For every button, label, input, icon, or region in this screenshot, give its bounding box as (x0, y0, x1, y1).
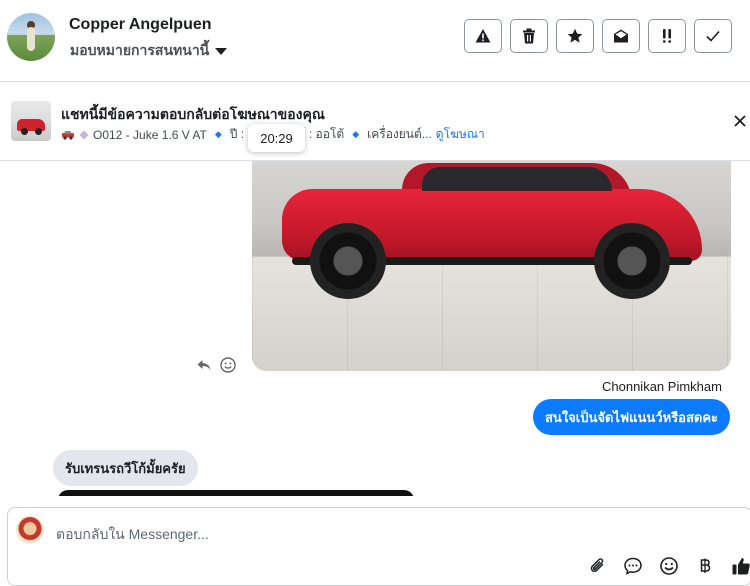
reply-icon[interactable] (196, 357, 212, 373)
engine-detail: เครื่องยนต์... (367, 127, 432, 141)
outgoing-message[interactable]: สนใจเป็นจัดไฟแนนว์หรือสดคะ (533, 399, 731, 435)
message-thread[interactable]: Chonnikan Pimkham สนใจเป็นจัดไฟแนนว์หรือ… (0, 161, 750, 496)
separator-dot-icon: ◆ (352, 129, 360, 139)
conversation-header: Copper Angelpuen มอบหมายการสนทนานี้ (0, 0, 750, 82)
video-message-preview[interactable] (58, 490, 414, 496)
mark-done-button[interactable] (694, 19, 732, 53)
contact-avatar[interactable] (7, 13, 55, 61)
payment-baht-icon[interactable] (695, 556, 715, 576)
caret-down-icon (215, 47, 228, 55)
page-avatar (16, 516, 44, 544)
assign-conversation-dropdown[interactable]: มอบหมายการสนทนานี้ (70, 40, 228, 62)
envelope-open-icon (614, 29, 628, 43)
star-button[interactable] (556, 19, 594, 53)
separator-dot-icon: ◆ (214, 129, 222, 139)
banner-title: แชทนี้มีข้อความตอบกลับต่อโฆษณาของคุณ (61, 106, 325, 122)
mark-important-button[interactable] (648, 19, 686, 53)
incoming-message[interactable]: รับเทรนรถวีโก้มั้ยครัย (53, 450, 198, 486)
timestamp-tooltip: 20:29 (248, 124, 305, 152)
close-banner-button[interactable] (732, 113, 748, 129)
react-emoji-icon[interactable] (220, 357, 236, 373)
report-button[interactable] (464, 19, 502, 53)
mark-unread-button[interactable] (602, 19, 640, 53)
warning-icon (475, 29, 491, 43)
delete-button[interactable] (510, 19, 548, 53)
saved-replies-icon[interactable] (623, 556, 643, 576)
reply-input[interactable]: ตอบกลับใน Messenger... (56, 524, 209, 546)
header-actions (464, 19, 732, 53)
car-photo-message[interactable] (252, 161, 731, 371)
car-icon (62, 130, 74, 140)
thumbs-up-icon[interactable] (731, 556, 750, 576)
important-icon (663, 29, 671, 43)
emoji-icon[interactable] (659, 556, 679, 576)
assign-label: มอบหมายการสนทนานี้ (70, 42, 210, 58)
sender-name: Chonnikan Pimkham (602, 379, 722, 394)
check-icon (706, 30, 720, 42)
attach-icon[interactable] (588, 556, 608, 576)
ad-reply-banner: แชทนี้มีข้อความตอบกลับต่อโฆษณาของคุณ O01… (0, 82, 750, 161)
listing-name: O012 - Juke 1.6 V AT (93, 127, 207, 142)
contact-name[interactable]: Copper Angelpuen (69, 16, 212, 34)
diamond-icon (79, 130, 89, 139)
ad-thumbnail[interactable] (11, 101, 51, 141)
trash-icon (523, 28, 535, 44)
star-icon (567, 28, 583, 43)
close-icon (734, 115, 746, 127)
view-ad-link[interactable]: ดูโฆษณา (436, 125, 485, 144)
